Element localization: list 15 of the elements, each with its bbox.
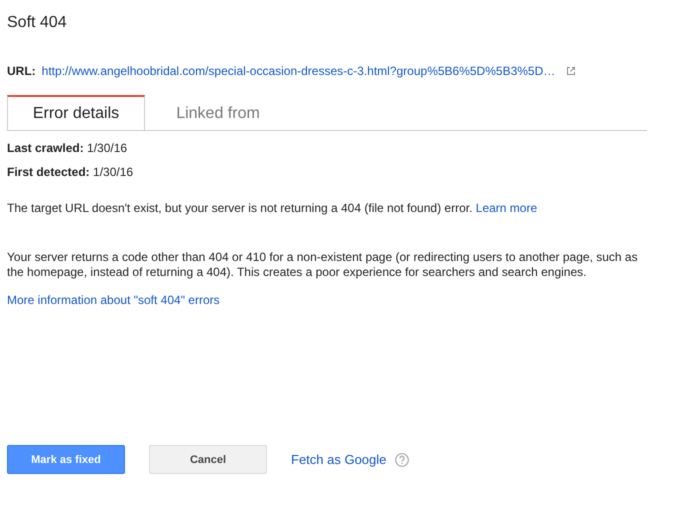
learn-more-link[interactable]: Learn more [476, 201, 538, 215]
summary-text: The target URL doesn't exist, but your server is not returning a 404 (file not found) error. Learn more [7, 201, 538, 216]
more-info-link[interactable]: More information about "soft 404" errors [7, 292, 220, 306]
tab[interactable]: Error details [7, 95, 145, 130]
url-link[interactable]: http://www.angelhoobridal.com/special-occasion-dresses-c-3.html?group%5B6%5D%5B3%5D… [42, 64, 556, 78]
explanation-text: Your server returns a code other than 404 or 410 for a non-existent page (or redirecting users to another page, such as the homepage, instead of returning a 404). This creates a poor experience for searchers and search engines. [7, 250, 639, 280]
external-link-icon[interactable] [566, 66, 576, 76]
detail-text: First detected: 1/30/16 [7, 165, 134, 179]
detail-text: Last crawled: 1/30/16 [7, 141, 128, 155]
tab[interactable]: Linked from [145, 95, 291, 130]
fetch-link[interactable]: Fetch as Google [291, 452, 386, 467]
cancel-button[interactable]: Cancel [149, 445, 267, 474]
page-title: Soft 404 [7, 13, 68, 33]
help-icon[interactable] [395, 452, 410, 466]
url-label: URL: [7, 64, 36, 78]
